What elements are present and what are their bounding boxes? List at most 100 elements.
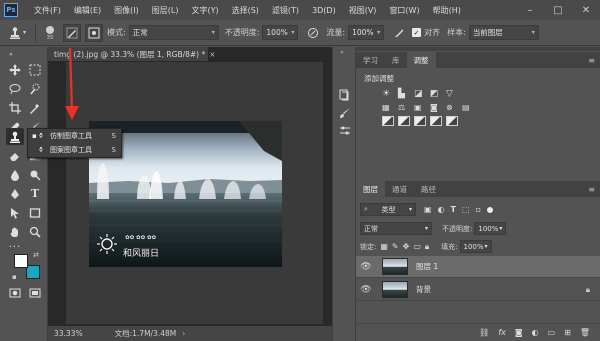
menu-view[interactable]: 视图(V): [349, 5, 377, 16]
clone-source-toggle[interactable]: [85, 23, 103, 42]
mode-select[interactable]: 正常 ▾: [128, 25, 219, 40]
channel-mixer-icon[interactable]: ⊗: [446, 103, 458, 112]
close-button[interactable]: ✕: [572, 0, 600, 20]
invert-icon[interactable]: [382, 116, 394, 126]
flyout-item-clone-stamp[interactable]: ▪ ⚱ 仿制图章工具 S: [28, 129, 121, 143]
sample-select[interactable]: 当前图层 ▾: [468, 25, 539, 40]
curves-icon[interactable]: ◪: [414, 89, 426, 99]
filter-toggle[interactable]: [487, 206, 493, 213]
quick-mask-mode[interactable]: [6, 284, 24, 301]
maximize-button[interactable]: □: [544, 0, 572, 20]
exposure-icon[interactable]: ◩: [430, 89, 442, 99]
layer-row[interactable]: 👁︎ 图层 1: [356, 256, 600, 278]
dodge-tool[interactable]: [26, 166, 44, 183]
layer-kind-filter[interactable]: ⌕ 类型 ▾: [360, 203, 416, 216]
selective-color-icon[interactable]: [446, 116, 458, 126]
collapse-icon[interactable]: »: [2, 51, 20, 58]
group-icon[interactable]: ▭: [548, 328, 556, 337]
brightness-icon[interactable]: ☀: [382, 89, 394, 99]
hand-tool[interactable]: [6, 223, 24, 240]
brush-panel-button[interactable]: [336, 105, 354, 121]
filter-adjustment-icon[interactable]: ◐: [438, 205, 445, 214]
brush-settings-toggle[interactable]: [63, 23, 81, 42]
filter-type-icon[interactable]: T: [451, 205, 456, 214]
new-layer-icon[interactable]: ⊞: [564, 328, 571, 337]
threshold-icon[interactable]: [414, 116, 426, 126]
panel-menu-icon[interactable]: ≡: [588, 181, 595, 197]
pressure-opacity-toggle[interactable]: [304, 24, 322, 42]
history-panel-button[interactable]: [336, 87, 354, 103]
foreground-color-swatch[interactable]: [14, 254, 28, 268]
crop-tool[interactable]: [6, 99, 24, 116]
menu-edit[interactable]: 编辑(E): [74, 5, 101, 16]
quick-select-tool[interactable]: [26, 80, 44, 97]
mask-icon[interactable]: ◙: [515, 328, 523, 337]
tab-adjustments[interactable]: 调整: [406, 52, 436, 68]
tab-close-icon[interactable]: ×: [209, 50, 215, 59]
tab-libraries[interactable]: 库: [385, 52, 407, 68]
eyedropper-tool[interactable]: [26, 99, 44, 116]
menu-select[interactable]: 选择(S): [232, 5, 259, 16]
posterize-icon[interactable]: [398, 116, 410, 126]
pen-tool[interactable]: [6, 185, 24, 202]
lock-transparency-icon[interactable]: ▦: [380, 242, 388, 251]
menu-image[interactable]: 图像(I): [114, 5, 139, 16]
link-icon[interactable]: ⛓: [479, 328, 489, 337]
filter-shape-icon[interactable]: ⬚: [462, 205, 470, 214]
panel-menu-icon[interactable]: ≡: [588, 52, 595, 68]
collapse-icon[interactable]: «: [340, 49, 344, 56]
move-tool[interactable]: [6, 61, 24, 78]
properties-panel-button[interactable]: [336, 123, 354, 139]
lock-pixels-icon[interactable]: ✎: [392, 242, 399, 251]
blend-mode-select[interactable]: 正常 ▾: [360, 222, 432, 235]
fill-input[interactable]: 100% ▾: [459, 240, 492, 253]
shape-tool[interactable]: [26, 204, 44, 221]
marquee-tool[interactable]: [26, 61, 44, 78]
zoom-level[interactable]: 33.33%: [54, 329, 83, 338]
path-select-tool[interactable]: [6, 204, 24, 221]
menu-3d[interactable]: 3D(D): [312, 6, 336, 15]
black-white-icon[interactable]: ▣: [414, 103, 426, 112]
airbrush-toggle[interactable]: [390, 24, 408, 42]
status-menu-icon[interactable]: ›: [182, 329, 185, 338]
screen-mode[interactable]: [26, 284, 44, 301]
tab-paths[interactable]: 路径: [414, 181, 443, 197]
layer-row[interactable]: 👁︎ 背景 🔒︎: [356, 279, 600, 301]
menu-type[interactable]: 文字(Y): [191, 5, 218, 16]
type-tool[interactable]: T: [26, 185, 44, 202]
photo-filter-icon[interactable]: ◙: [430, 103, 442, 112]
default-colors-icon[interactable]: ▪: [12, 273, 17, 281]
background-color-swatch[interactable]: [26, 265, 40, 279]
flow-input[interactable]: 100% ▾: [348, 25, 385, 40]
lock-artboard-icon[interactable]: ▭: [413, 242, 421, 251]
menu-help[interactable]: 帮助(H): [433, 5, 461, 16]
hue-saturation-icon[interactable]: ▦: [382, 103, 394, 112]
menu-filter[interactable]: 滤镜(T): [272, 5, 299, 16]
brush-size-picker[interactable]: 35: [41, 24, 59, 42]
tool-preset-picker[interactable]: ▾: [8, 24, 26, 42]
fx-icon[interactable]: fx: [498, 328, 506, 337]
opacity-input[interactable]: 100% ▾: [262, 25, 299, 40]
menu-layer[interactable]: 图层(L): [152, 5, 179, 16]
swap-colors-icon[interactable]: ⇄: [33, 251, 39, 259]
tab-channels[interactable]: 通道: [385, 181, 414, 197]
lasso-tool[interactable]: [6, 80, 24, 97]
flyout-item-pattern-stamp[interactable]: ⚱ 图案图章工具 S: [28, 143, 121, 157]
lock-all-icon[interactable]: 🔒︎: [425, 242, 429, 252]
gradient-map-icon[interactable]: [430, 116, 442, 126]
lock-position-icon[interactable]: ✥: [403, 242, 410, 251]
tab-learn[interactable]: 学习: [356, 52, 385, 68]
filter-smart-object-icon[interactable]: ▫: [476, 205, 481, 214]
color-lookup-icon[interactable]: ▤: [462, 103, 474, 112]
filter-pixel-icon[interactable]: ▣: [424, 205, 432, 214]
zoom-tool[interactable]: [26, 223, 44, 240]
trash-icon[interactable]: 🗑︎: [580, 328, 590, 337]
clone-stamp-tool[interactable]: [6, 128, 24, 145]
align-checkbox[interactable]: ✓: [412, 28, 422, 37]
visibility-eye-icon[interactable]: 👁︎: [356, 285, 376, 295]
layer-opacity-input[interactable]: 100% ▾: [474, 222, 507, 235]
minimize-button[interactable]: –: [516, 0, 544, 20]
levels-icon[interactable]: ▙: [398, 89, 410, 99]
blur-tool[interactable]: [6, 166, 24, 183]
vibrance-icon[interactable]: ▽: [446, 89, 458, 99]
